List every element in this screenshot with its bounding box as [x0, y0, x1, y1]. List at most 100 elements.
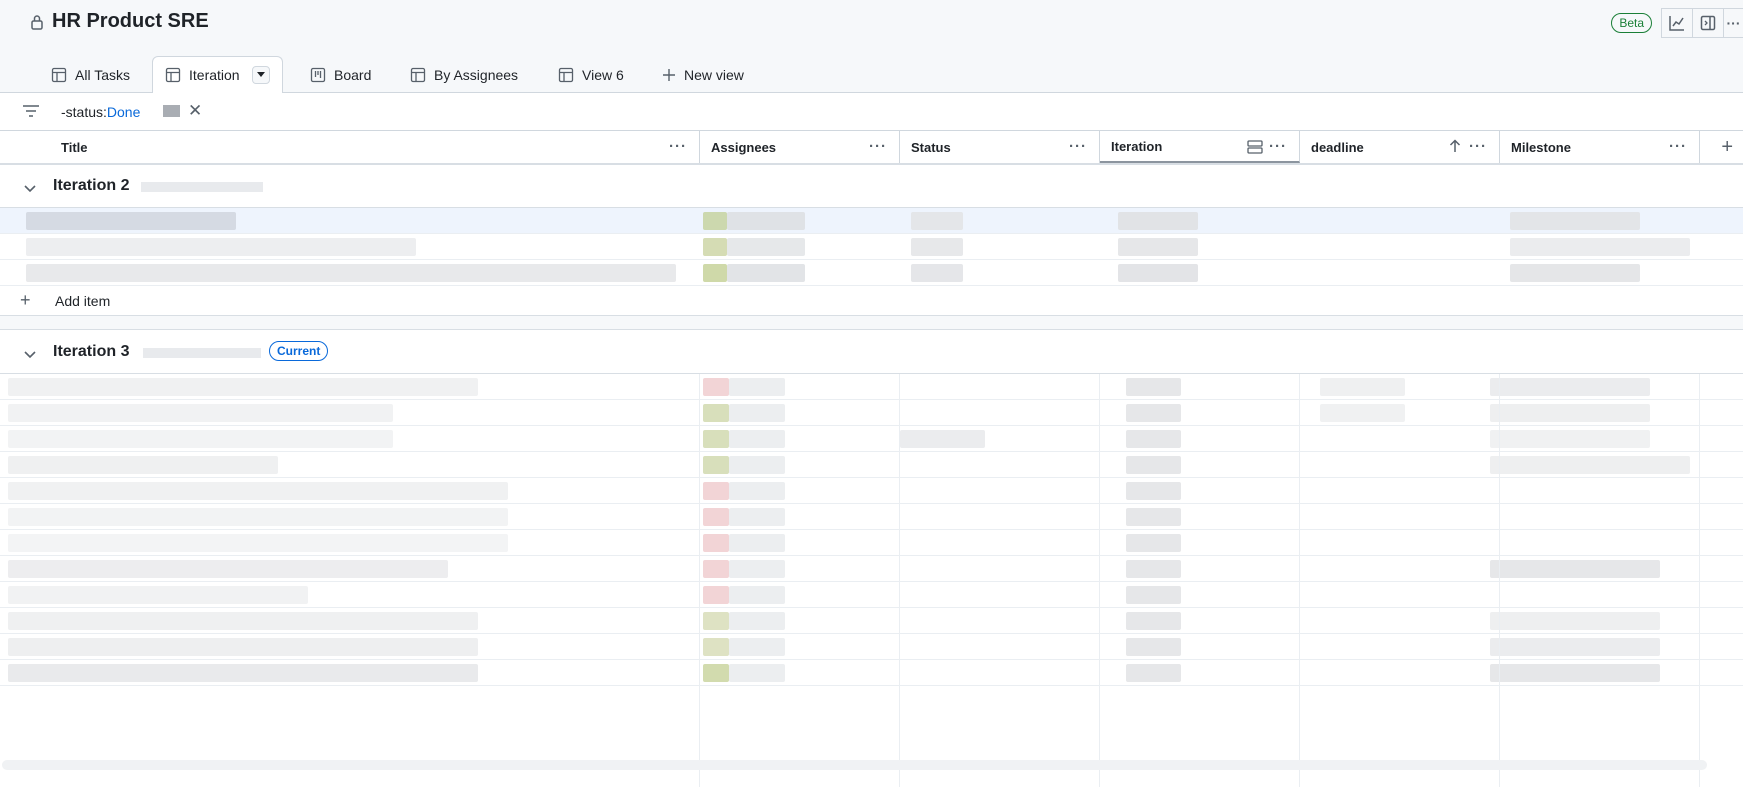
redacted-title: [26, 238, 416, 256]
view-options-dropdown[interactable]: [251, 66, 270, 84]
table-row[interactable]: [0, 504, 1743, 530]
table-row[interactable]: [0, 400, 1743, 426]
group-title: Iteration 3: [53, 343, 130, 360]
column-deadline[interactable]: deadline ···: [1300, 131, 1500, 163]
column-menu-icon[interactable]: ···: [1669, 138, 1687, 155]
redacted-date: [141, 182, 263, 192]
avatar: [703, 482, 729, 500]
side-panel-button[interactable]: [1692, 8, 1724, 38]
redacted-iteration: [1126, 560, 1181, 578]
table-row[interactable]: [0, 660, 1743, 686]
redacted-iteration: [1126, 430, 1181, 448]
add-item-row[interactable]: + Add item: [0, 286, 1743, 316]
redacted-assignee: [729, 430, 785, 448]
column-label: deadline: [1311, 139, 1364, 155]
table-row[interactable]: [0, 608, 1743, 634]
group-header-iteration-2[interactable]: Iteration 2: [0, 165, 1743, 208]
filter-input[interactable]: -status:Done: [61, 104, 140, 120]
redacted-assignee: [727, 238, 805, 256]
column-menu-icon[interactable]: ···: [669, 138, 687, 155]
header-actions: Beta ···: [1611, 8, 1743, 38]
add-field-icon[interactable]: +: [1721, 136, 1733, 159]
chevron-down-icon[interactable]: [24, 346, 36, 364]
table-row[interactable]: [0, 452, 1743, 478]
clear-filter-icon[interactable]: ✕: [188, 101, 202, 121]
redacted-iteration: [1118, 212, 1198, 230]
table-row[interactable]: [0, 234, 1743, 260]
insights-button[interactable]: [1661, 8, 1693, 38]
column-label: Milestone: [1511, 139, 1571, 155]
table-row[interactable]: [0, 582, 1743, 608]
horizontal-scrollbar[interactable]: [2, 760, 1707, 770]
tab-label: Board: [334, 66, 372, 83]
avatar: [703, 534, 729, 552]
redacted-milestone: [1490, 404, 1650, 422]
redacted-iteration: [1126, 612, 1181, 630]
redacted-title: [8, 534, 508, 552]
tab-view-6[interactable]: View 6: [546, 56, 636, 93]
title-wrap: HR Product SRE: [30, 10, 209, 33]
column-title[interactable]: Title ···: [0, 131, 700, 163]
redacted-assignee: [729, 378, 785, 396]
column-status[interactable]: Status ···: [900, 131, 1100, 163]
tab-label: New view: [684, 66, 744, 83]
table-row[interactable]: [0, 530, 1743, 556]
table-icon: [165, 67, 181, 83]
redacted-iteration: [1126, 378, 1181, 396]
table-row[interactable]: [0, 208, 1743, 234]
group-by-icon: [1247, 140, 1263, 157]
table-body: Iteration 2 + Add item Iteration 3 Curre…: [0, 165, 1743, 787]
new-view-button[interactable]: New view: [650, 56, 756, 93]
redacted-title: [8, 508, 508, 526]
plus-icon: +: [20, 290, 31, 310]
column-assignees[interactable]: Assignees ···: [700, 131, 900, 163]
table-row[interactable]: [0, 260, 1743, 286]
column-menu-icon[interactable]: ···: [1469, 138, 1487, 155]
column-header-row: Title ··· Assignees ··· Status ··· Itera…: [0, 131, 1743, 165]
redacted-title: [8, 378, 478, 396]
table-row[interactable]: [0, 478, 1743, 504]
column-milestone[interactable]: Milestone ···: [1500, 131, 1700, 163]
redacted-assignee: [729, 404, 785, 422]
table-icon: [51, 67, 67, 82]
redacted-chip: [163, 105, 180, 117]
filter-icon[interactable]: [22, 104, 40, 123]
table-icon: [410, 67, 426, 82]
redacted-assignee: [729, 560, 785, 578]
column-menu-icon[interactable]: ···: [1269, 138, 1287, 155]
column-iteration[interactable]: Iteration ···: [1100, 131, 1300, 163]
redacted-iteration: [1126, 638, 1181, 656]
avatar: [703, 456, 729, 474]
redacted-title: [8, 612, 478, 630]
redacted-deadline: [1320, 404, 1405, 422]
redacted-iteration: [1126, 404, 1181, 422]
redacted-iteration: [1126, 586, 1181, 604]
column-divider: [1099, 374, 1100, 787]
redacted-assignee: [729, 612, 785, 630]
tab-iteration[interactable]: Iteration: [152, 56, 283, 94]
tab-board[interactable]: Board: [298, 56, 383, 93]
table-row[interactable]: [0, 556, 1743, 582]
redacted-iteration: [1126, 482, 1181, 500]
redacted-status: [900, 430, 985, 448]
table-row[interactable]: [0, 374, 1743, 400]
redacted-milestone: [1510, 264, 1640, 282]
add-item-label: Add item: [55, 293, 111, 309]
column-divider: [1499, 374, 1500, 787]
group-header-iteration-3[interactable]: Iteration 3 Current: [0, 331, 1743, 374]
avatar: [703, 560, 729, 578]
column-menu-icon[interactable]: ···: [1069, 138, 1087, 155]
tab-by-assignees[interactable]: By Assignees: [398, 56, 530, 93]
chevron-down-icon[interactable]: [24, 180, 36, 198]
redacted-milestone: [1490, 430, 1650, 448]
tab-label: View 6: [582, 66, 624, 83]
column-divider: [699, 374, 700, 787]
tab-all-tasks[interactable]: All Tasks: [39, 56, 142, 93]
table-row[interactable]: [0, 634, 1743, 660]
avatar: [703, 638, 729, 656]
column-menu-icon[interactable]: ···: [869, 138, 887, 155]
table-row[interactable]: [0, 426, 1743, 452]
redacted-iteration: [1126, 534, 1181, 552]
redacted-assignee: [729, 586, 785, 604]
more-options-button[interactable]: ···: [1723, 8, 1743, 38]
